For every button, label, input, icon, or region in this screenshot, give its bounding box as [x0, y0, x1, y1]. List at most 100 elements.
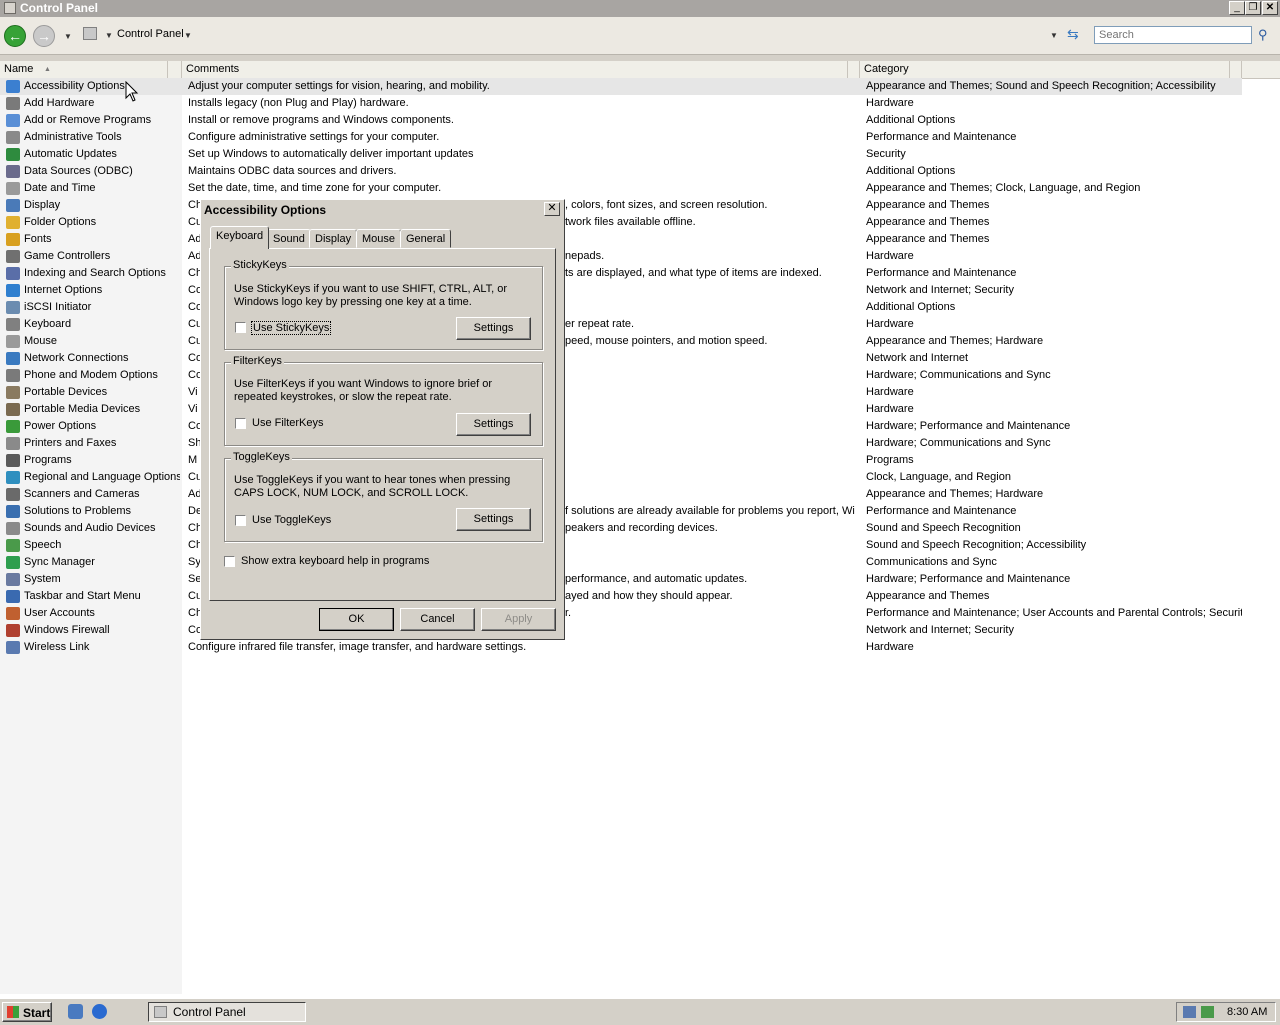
- search-input[interactable]: [1094, 26, 1252, 44]
- item-name[interactable]: Data Sources (ODBC): [24, 163, 180, 180]
- list-item[interactable]: Add or Remove Programs Install or remove …: [0, 112, 1242, 129]
- list-item[interactable]: Date and Time Set the date, time, and tim…: [0, 180, 1242, 197]
- quick-launch-ie-icon[interactable]: [92, 1004, 107, 1019]
- use-filterkeys-checkbox[interactable]: [235, 418, 246, 429]
- item-name[interactable]: Sync Manager: [24, 554, 180, 571]
- use-stickykeys-label[interactable]: Use StickyKeys: [251, 321, 332, 335]
- item-name[interactable]: Accessibility Options: [24, 78, 180, 95]
- list-item[interactable]: Speech Ch Sound and Speech Recognition; Ac…: [0, 537, 1242, 554]
- item-name[interactable]: Regional and Language Options: [24, 469, 180, 486]
- item-name[interactable]: Scanners and Cameras: [24, 486, 180, 503]
- address-breadcrumb[interactable]: Control Panel: [117, 28, 184, 40]
- list-item[interactable]: Game Controllers Ad nepads. Hardware: [0, 248, 1242, 265]
- search-icon[interactable]: ⚲: [1258, 27, 1268, 43]
- item-name[interactable]: Windows Firewall: [24, 622, 180, 639]
- stickykeys-settings-button[interactable]: Settings: [456, 317, 531, 340]
- list-item[interactable]: Programs M Programs: [0, 452, 1242, 469]
- list-item[interactable]: Indexing and Search Options Ch ts are disp…: [0, 265, 1242, 282]
- back-button[interactable]: ←: [4, 25, 26, 47]
- start-button[interactable]: Start: [2, 1002, 52, 1022]
- item-name[interactable]: Game Controllers: [24, 248, 180, 265]
- list-item[interactable]: Wireless Link Configure infrared file tra…: [0, 639, 1242, 656]
- apply-button[interactable]: Apply: [481, 608, 556, 631]
- use-togglekeys-checkbox[interactable]: [235, 515, 246, 526]
- item-name[interactable]: Add Hardware: [24, 95, 180, 112]
- list-item[interactable]: Mouse Cu peed, mouse pointers, and motion …: [0, 333, 1242, 350]
- item-name[interactable]: User Accounts: [24, 605, 180, 622]
- title-bar[interactable]: Control Panel _ ❐ ✕: [0, 0, 1280, 17]
- item-name[interactable]: Fonts: [24, 231, 180, 248]
- list-item[interactable]: Portable Media Devices Vi Hardware: [0, 401, 1242, 418]
- dialog-title-bar[interactable]: Accessibility Options: [202, 201, 563, 219]
- clock[interactable]: 8:30 AM: [1227, 1006, 1267, 1018]
- list-item[interactable]: iSCSI Initiator Co Additional Options: [0, 299, 1242, 316]
- tab-mouse[interactable]: Mouse: [356, 229, 402, 248]
- item-name[interactable]: Network Connections: [24, 350, 180, 367]
- item-name[interactable]: Mouse: [24, 333, 180, 350]
- item-name[interactable]: Phone and Modem Options: [24, 367, 180, 384]
- quick-launch-desktop-icon[interactable]: [68, 1004, 83, 1019]
- refresh-icon[interactable]: ⇆: [1067, 26, 1079, 43]
- item-name[interactable]: Display: [24, 197, 180, 214]
- item-name[interactable]: Date and Time: [24, 180, 180, 197]
- item-name[interactable]: Portable Devices: [24, 384, 180, 401]
- list-item[interactable]: Scanners and Cameras Ad Appearance and The…: [0, 486, 1242, 503]
- list-item[interactable]: Administrative Tools Configure administra…: [0, 129, 1242, 146]
- item-name[interactable]: System: [24, 571, 180, 588]
- filterkeys-settings-button[interactable]: Settings: [456, 413, 531, 436]
- list-item[interactable]: System Se performance, and automatic updat…: [0, 571, 1242, 588]
- list-item[interactable]: Data Sources (ODBC) Maintains ODBC data s…: [0, 163, 1242, 180]
- tab-general[interactable]: General: [400, 229, 452, 248]
- list-item[interactable]: Regional and Language Options Cu Clock, La…: [0, 469, 1242, 486]
- minimize-button[interactable]: _: [1229, 1, 1245, 15]
- tab-keyboard[interactable]: Keyboard: [210, 226, 270, 249]
- list-item[interactable]: Automatic Updates Set up Windows to autom…: [0, 146, 1242, 163]
- list-item[interactable]: Sounds and Audio Devices Ch peakers and re…: [0, 520, 1242, 537]
- use-stickykeys-checkbox[interactable]: [235, 322, 246, 333]
- item-name[interactable]: Solutions to Problems: [24, 503, 180, 520]
- dialog-close-button[interactable]: ✕: [544, 202, 560, 216]
- extra-keyboard-help-label[interactable]: Show extra keyboard help in programs: [241, 555, 429, 567]
- list-item[interactable]: Add Hardware Installs legacy (non Plug an…: [0, 95, 1242, 112]
- item-name[interactable]: Sounds and Audio Devices: [24, 520, 180, 537]
- history-dropdown-icon[interactable]: ▼: [64, 32, 72, 41]
- security-tray-icon[interactable]: [1201, 1006, 1214, 1018]
- item-name[interactable]: Folder Options: [24, 214, 180, 231]
- list-item[interactable]: Folder Options Cu twork files available of…: [0, 214, 1242, 231]
- list-item[interactable]: Solutions to Problems De f solutions are a…: [0, 503, 1242, 520]
- list-item[interactable]: Accessibility Options Adjust your compute…: [0, 78, 1242, 95]
- column-comments-header[interactable]: Comments: [182, 61, 848, 78]
- restore-button[interactable]: ❐: [1245, 1, 1261, 15]
- togglekeys-settings-button[interactable]: Settings: [456, 508, 531, 531]
- taskbar-item-control-panel[interactable]: Control Panel: [148, 1002, 306, 1022]
- list-item[interactable]: Printers and Faxes Sh Hardware; Communicat…: [0, 435, 1242, 452]
- cancel-button[interactable]: Cancel: [400, 608, 475, 631]
- column-category-header[interactable]: Category: [860, 61, 1230, 78]
- list-item[interactable]: Windows Firewall Co Network and Internet; …: [0, 622, 1242, 639]
- item-name[interactable]: Taskbar and Start Menu: [24, 588, 180, 605]
- item-name[interactable]: Programs: [24, 452, 180, 469]
- item-name[interactable]: Portable Media Devices: [24, 401, 180, 418]
- list-item[interactable]: Power Options Co Hardware; Performance and…: [0, 418, 1242, 435]
- item-name[interactable]: Indexing and Search Options: [24, 265, 180, 282]
- item-name[interactable]: Add or Remove Programs: [24, 112, 180, 129]
- item-name[interactable]: Administrative Tools: [24, 129, 180, 146]
- use-filterkeys-label[interactable]: Use FilterKeys: [252, 417, 324, 429]
- list-item[interactable]: Fonts Ad Appearance and Themes: [0, 231, 1242, 248]
- tab-sound[interactable]: Sound: [267, 229, 311, 248]
- item-name[interactable]: Keyboard: [24, 316, 180, 333]
- extra-keyboard-help-checkbox[interactable]: [224, 556, 235, 567]
- item-name[interactable]: Printers and Faxes: [24, 435, 180, 452]
- breadcrumb-dropdown-icon[interactable]: ▼: [184, 31, 192, 40]
- item-name[interactable]: Internet Options: [24, 282, 180, 299]
- item-name[interactable]: Wireless Link: [24, 639, 180, 656]
- item-name[interactable]: Automatic Updates: [24, 146, 180, 163]
- address-root-dropdown-icon[interactable]: ▼: [105, 31, 113, 40]
- item-name[interactable]: Power Options: [24, 418, 180, 435]
- list-item[interactable]: Internet Options Co Network and Internet; …: [0, 282, 1242, 299]
- list-item[interactable]: Taskbar and Start Menu Cu ayed and how the…: [0, 588, 1242, 605]
- item-name[interactable]: Speech: [24, 537, 180, 554]
- address-dropdown-icon[interactable]: ▼: [1050, 31, 1058, 40]
- ok-button[interactable]: OK: [319, 608, 394, 631]
- forward-button[interactable]: →: [33, 25, 55, 47]
